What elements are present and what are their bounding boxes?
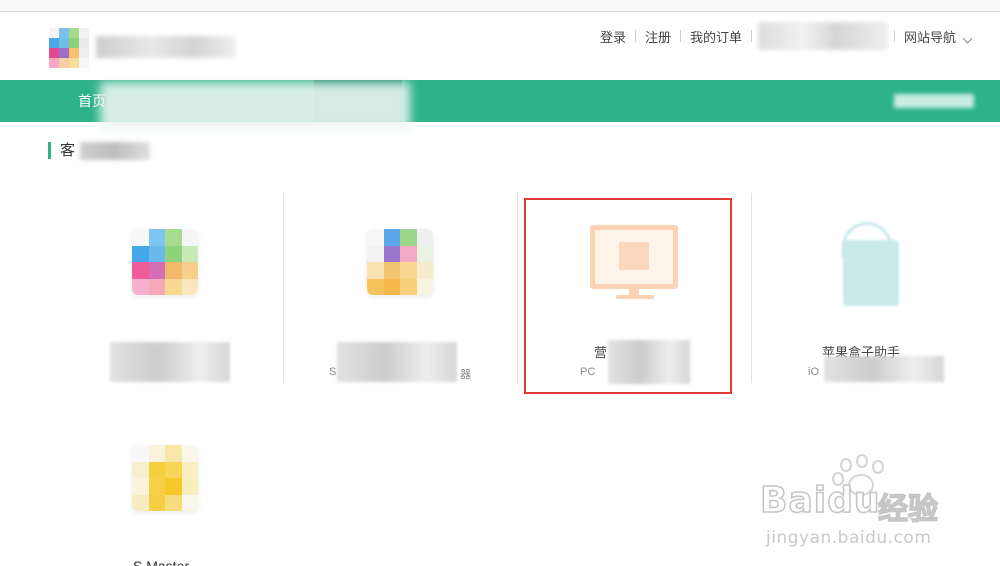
section-title: 客 [60, 142, 76, 159]
section-title-blurred [80, 142, 150, 160]
card-divider [517, 193, 518, 383]
my-orders-link[interactable]: 我的订单 [681, 27, 751, 46]
site-logo[interactable] [49, 28, 89, 68]
product-name-2-blurred [337, 342, 457, 382]
watermark-brand-cn: 经验 [877, 491, 938, 527]
watermark-brand: Baidu [759, 479, 881, 522]
product-sub-2-tail: 器 [460, 369, 471, 381]
section-accent-bar [48, 142, 51, 159]
product-name-1-blurred [110, 342, 230, 382]
top-nav: 登录 注册 我的订单 网站导航 [600, 22, 980, 50]
watermark-url: jingyan.baidu.com [766, 528, 932, 548]
card-divider [283, 193, 284, 383]
watermark-brand-du: du [826, 479, 881, 522]
divider [750, 30, 752, 42]
product-sub-4: iO [808, 366, 819, 378]
bottom-product-name: S Master [133, 558, 190, 566]
site-nav-label: 网站导航 [903, 29, 956, 45]
site-nav-menu[interactable]: 网站导航 [895, 27, 980, 46]
product-icon-1[interactable] [132, 229, 198, 295]
ios-device-icon[interactable] [843, 240, 899, 306]
product-icon-5[interactable] [132, 445, 198, 511]
login-link[interactable]: 登录 [600, 27, 635, 46]
watermark-brand-bai: Bai [759, 479, 828, 522]
browser-top-edge [0, 0, 1000, 12]
card-divider [751, 193, 752, 383]
product-name-4-blurred [824, 356, 944, 382]
nav-items-blurred [100, 82, 410, 130]
register-link[interactable]: 注册 [636, 27, 680, 46]
highlight-box [524, 198, 732, 394]
site-logo-text-blurred [96, 36, 236, 58]
product-icon-2[interactable] [367, 229, 433, 295]
user-menu-blurred[interactable] [757, 22, 888, 50]
product-sub-2-head: S [329, 366, 337, 378]
chevron-down-icon [962, 33, 973, 43]
nav-right-blurred [894, 94, 974, 108]
baidu-jingyan-watermark: Baidu 经验 jingyan.baidu.com [759, 452, 990, 552]
